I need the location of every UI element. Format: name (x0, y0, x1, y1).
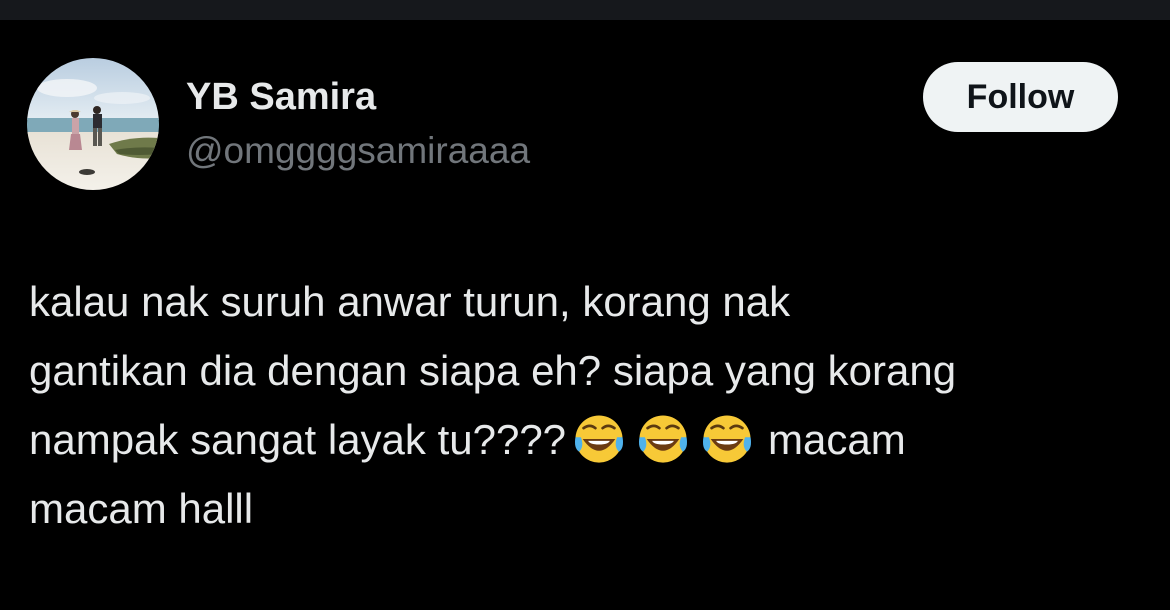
tweet-line-text: nampak sangat layak tu???? (29, 416, 567, 463)
top-bar (0, 0, 1170, 20)
tweet-line: nampak sangat layak tu???? macam (29, 405, 1154, 474)
face-with-tears-of-joy-icon (703, 415, 752, 463)
author-handle[interactable]: @omggggsamiraaaa (186, 128, 530, 174)
emoji-group (570, 410, 756, 468)
avatar[interactable] (27, 58, 159, 190)
tweet-text: kalau nak suruh anwar turun, korang nak … (29, 267, 1154, 543)
tweet-line-text: macam (768, 416, 906, 463)
tweet-line: macam halll (29, 485, 254, 532)
author-display-name[interactable]: YB Samira (186, 74, 376, 120)
face-with-tears-of-joy-icon (575, 415, 624, 463)
tweet-line: gantikan dia dengan siapa eh? siapa yang… (29, 347, 957, 394)
face-with-tears-of-joy-icon (639, 415, 688, 463)
tweet-line: kalau nak suruh anwar turun, korang nak (29, 278, 791, 325)
follow-button[interactable]: Follow (923, 62, 1118, 132)
